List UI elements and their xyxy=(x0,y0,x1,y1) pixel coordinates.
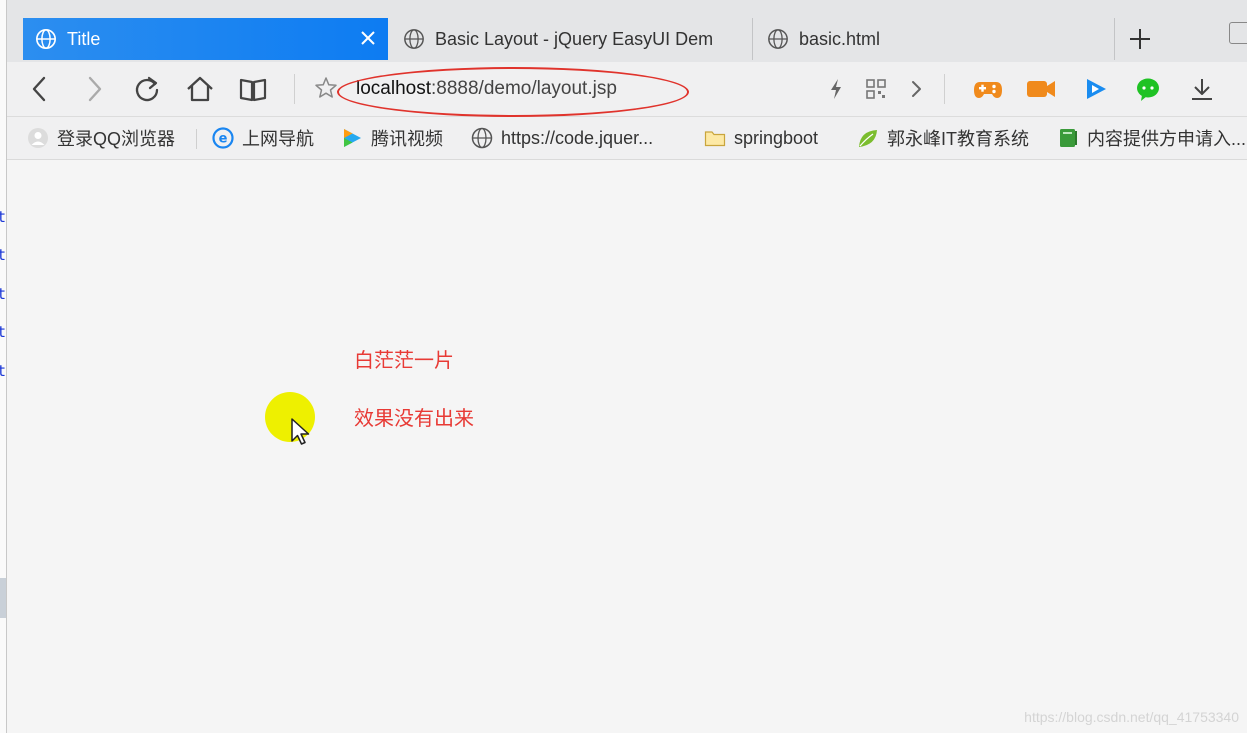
forward-arrow-icon[interactable] xyxy=(79,74,109,104)
play-icon xyxy=(344,129,361,147)
bookmark-label: 腾讯视频 xyxy=(371,129,443,149)
bookmark-label: 上网导航 xyxy=(242,129,314,149)
toolbar-divider xyxy=(294,74,295,104)
bookmarks-bar: 登录QQ浏览器 e 上网导航 腾讯视频 https://code.jquer..… xyxy=(7,117,1247,160)
annotation-note: 效果没有出来 xyxy=(354,408,474,430)
toolbar-divider xyxy=(944,74,945,104)
tab-title[interactable]: Title xyxy=(23,18,388,60)
book-icon xyxy=(1060,129,1077,147)
folder-icon xyxy=(704,131,726,147)
tab-label: Title xyxy=(67,28,101,49)
tab-label: Basic Layout - jQuery EasyUI Dem xyxy=(435,28,714,49)
tab-label: basic.html xyxy=(799,28,881,49)
bookmark-content-provider[interactable]: 内容提供方申请入... xyxy=(1057,125,1246,151)
close-icon[interactable] xyxy=(358,28,378,48)
bookmark-qq-login[interactable]: 登录QQ浏览器 xyxy=(27,125,175,151)
globe-icon xyxy=(768,29,788,49)
ie-e-icon: e xyxy=(212,127,234,149)
editor-text-fragment: t xyxy=(0,323,6,341)
back-arrow-icon[interactable] xyxy=(25,74,55,104)
bookmark-separator xyxy=(196,129,197,149)
bookmark-tencent-video[interactable]: 腾讯视频 xyxy=(341,125,443,151)
home-icon[interactable] xyxy=(185,74,215,104)
navigation-bar: localhost:8888/demo/layout.jsp xyxy=(7,62,1247,117)
globe-icon xyxy=(404,29,424,49)
tab-basic-layout[interactable]: Basic Layout - jQuery EasyUI Dem xyxy=(397,18,753,60)
editor-text-fragment: t xyxy=(0,208,6,226)
reading-mode-book-icon[interactable] xyxy=(238,74,268,104)
bookmark-web-nav[interactable]: e 上网导航 xyxy=(212,125,314,151)
annotation-note: 白茫茫一片 xyxy=(354,350,454,372)
screen: t t t t t Title xyxy=(0,0,1247,733)
leaf-icon xyxy=(859,130,877,147)
refresh-icon[interactable] xyxy=(132,74,162,104)
editor-text-fragment: t xyxy=(0,285,6,303)
watermark: https://blog.csdn.net/qq_41753340 xyxy=(1024,709,1239,725)
svg-text:e: e xyxy=(219,132,228,147)
tab-basic-html[interactable]: basic.html xyxy=(763,18,1115,60)
wechat-chat-icon[interactable] xyxy=(1135,76,1161,102)
editor-scroll-band xyxy=(0,578,6,618)
bookmark-label: https://code.jquer... xyxy=(501,127,654,148)
bookmark-label: 登录QQ浏览器 xyxy=(57,129,176,149)
lightning-icon[interactable] xyxy=(823,76,849,102)
tencent-video-play-icon[interactable] xyxy=(1083,76,1109,102)
video-camera-icon[interactable] xyxy=(1025,76,1057,102)
url-highlight-circle xyxy=(337,67,689,117)
chevron-right-icon[interactable] xyxy=(903,76,929,102)
browser-window: Title Basic Layout - jQuery EasyUI Dem b… xyxy=(7,0,1247,733)
bookmark-star-icon[interactable] xyxy=(314,76,338,100)
new-tab-plus-icon[interactable] xyxy=(1127,26,1153,52)
bookmark-label: 内容提供方申请入... xyxy=(1087,129,1247,149)
bookmark-jquery-code[interactable]: https://code.jquer... xyxy=(471,125,653,151)
editor-text-fragment: t xyxy=(0,362,6,380)
globe-icon xyxy=(36,29,56,49)
tab-bar: Title Basic Layout - jQuery EasyUI Dem b… xyxy=(7,0,1247,62)
gamepad-icon[interactable] xyxy=(972,76,1004,102)
user-avatar-icon xyxy=(28,128,48,148)
qr-code-icon[interactable] xyxy=(863,76,889,102)
page-content: 白茫茫一片 效果没有出来 https://blog.csdn.net/qq_41… xyxy=(7,160,1247,733)
editor-text-fragment: t xyxy=(0,246,6,264)
globe-icon xyxy=(471,127,493,149)
background-editor-edge: t t t t t xyxy=(0,0,7,733)
bookmark-label: springboot xyxy=(734,127,819,148)
bookmark-folder-springboot[interactable]: springboot xyxy=(704,125,818,151)
bookmark-label: 郭永峰IT教育系统 xyxy=(887,129,1029,149)
download-icon[interactable] xyxy=(1189,76,1215,102)
mouse-pointer-icon xyxy=(291,418,310,445)
window-menu-icon[interactable] xyxy=(1229,22,1247,44)
bookmark-edu-system[interactable]: 郭永峰IT教育系统 xyxy=(857,125,1029,151)
